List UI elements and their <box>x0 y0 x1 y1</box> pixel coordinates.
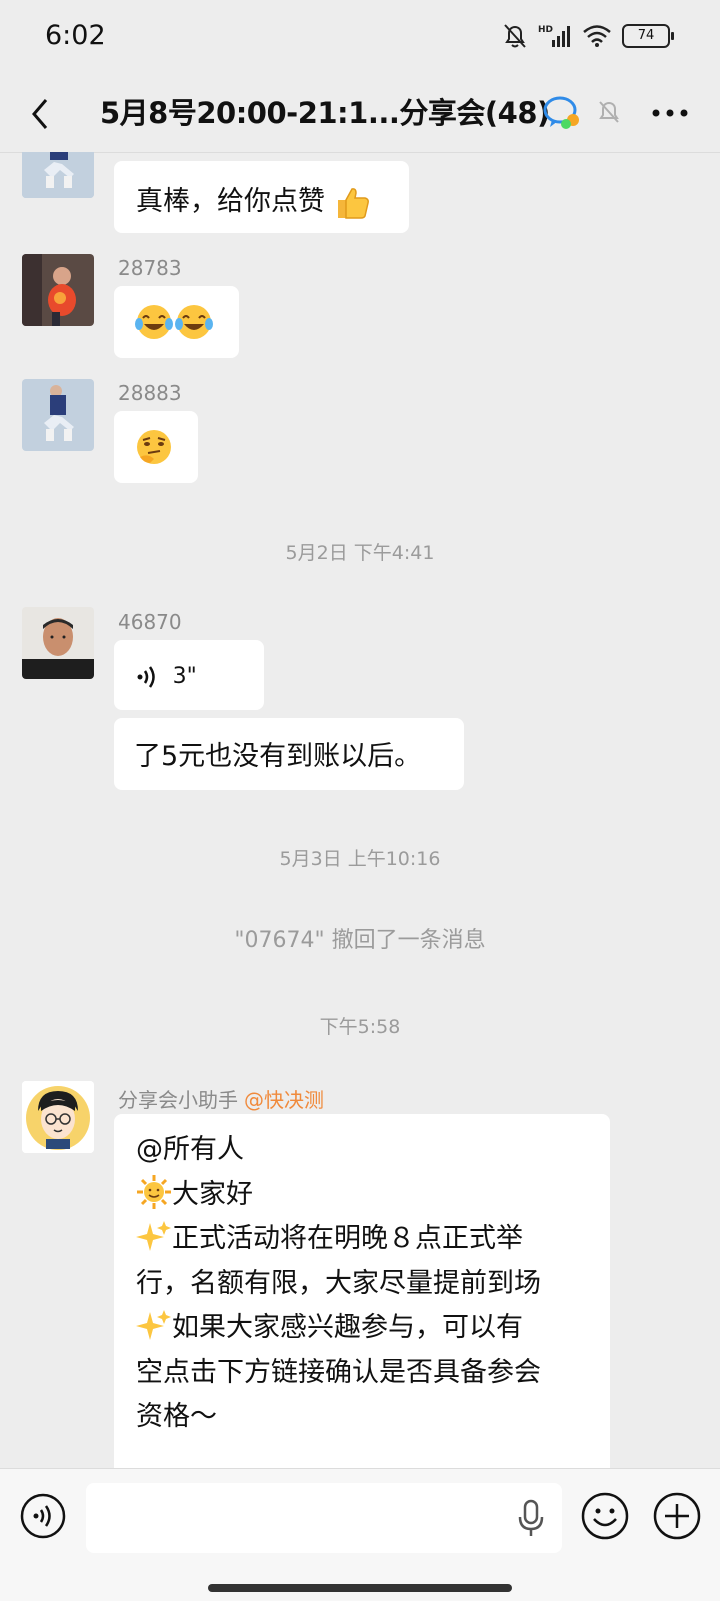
message-bubble[interactable] <box>114 411 198 483</box>
input-bar <box>0 1468 720 1601</box>
avatar[interactable] <box>22 1081 94 1153</box>
sender-label: 分享会小助手 <box>118 1088 238 1112</box>
message-text: 真棒，给你点赞 <box>136 186 325 217</box>
announcement-bubble[interactable]: @所有人 大家好 正式活动将在明晚８点正式举 行，名额有限，大家尽量提前到场 如… <box>114 1114 610 1468</box>
status-icons: HD 74 <box>502 22 674 50</box>
emoji-icon[interactable] <box>580 1491 630 1541</box>
timestamp: 5月3日 上午10:16 <box>279 848 441 870</box>
message-bubble[interactable]: 了5元也没有到账以后。 <box>114 718 464 790</box>
recall-notice: "07674" 撤回了一条消息 <box>234 928 486 953</box>
announce-line: 行，名额有限，大家尽量提前到场 <box>136 1267 541 1299</box>
voice-wave-icon <box>137 665 155 688</box>
plus-icon[interactable] <box>652 1491 702 1541</box>
back-arrow-icon[interactable] <box>22 94 62 134</box>
avatar[interactable] <box>22 379 94 451</box>
avatar[interactable] <box>22 254 94 326</box>
wifi-icon <box>583 25 611 47</box>
sparkles-icon <box>136 1220 171 1251</box>
thinking-face-icon <box>137 430 171 464</box>
sender-name: 46870 <box>118 610 182 634</box>
sparkles-icon <box>136 1309 171 1340</box>
sender-name: 28783 <box>118 256 182 280</box>
message-text: 了5元也没有到账以后。 <box>134 741 422 772</box>
title-badges <box>542 94 622 130</box>
signal-icon: HD <box>538 25 570 47</box>
more-icon[interactable] <box>648 98 692 128</box>
voice-icon[interactable] <box>20 1493 66 1539</box>
svg-text:HD: HD <box>538 25 553 35</box>
home-indicator[interactable] <box>208 1584 512 1592</box>
avatar[interactable] <box>22 152 94 198</box>
chat-header: 5月8号20:00-21:1...分享会(48) <box>0 76 720 153</box>
sun-icon <box>137 1175 171 1209</box>
announce-line: 空点击下方链接确认是否具备参会 <box>136 1356 541 1388</box>
mute-bell-icon <box>504 24 526 48</box>
chat-bubble-icon <box>543 96 579 129</box>
muted-bell-icon <box>599 101 619 123</box>
timestamp: 下午5:58 <box>319 1016 401 1038</box>
thumbs-up-icon <box>337 187 369 219</box>
tears-of-joy-icon <box>175 305 213 339</box>
battery-icon: 74 <box>622 24 674 48</box>
message-input[interactable] <box>86 1483 562 1553</box>
voice-message[interactable]: 3" <box>114 640 264 710</box>
announce-line: 资格～ <box>136 1401 217 1432</box>
timestamp: 5月2日 下午4:41 <box>285 542 435 564</box>
announce-line: 大家好 <box>136 1173 588 1218</box>
avatar[interactable] <box>22 607 94 679</box>
chat-messages[interactable]: 真棒，给你点赞 28783 28883 5月2日 下午4:41 46870 3"… <box>0 152 720 1468</box>
announce-line: 如果大家感兴趣参与，可以有 <box>136 1306 588 1351</box>
sender-name: 分享会小助手 @快决测 <box>118 1084 324 1113</box>
status-time: 6:02 <box>45 20 106 51</box>
chat-title: 5月8号20:00-21:1...分享会(48) <box>100 96 550 130</box>
message-bubble[interactable] <box>114 286 239 358</box>
voice-duration: 3" <box>172 664 197 689</box>
announce-line: @所有人 <box>136 1134 244 1165</box>
tears-of-joy-icon <box>135 305 173 339</box>
announce-line: 正式活动将在明晚８点正式举 <box>136 1217 588 1262</box>
message-bubble[interactable]: 真棒，给你点赞 <box>114 161 409 233</box>
microphone-icon[interactable] <box>516 1499 546 1539</box>
sender-name: 28883 <box>118 381 182 405</box>
sender-tag[interactable]: @快决测 <box>244 1088 324 1112</box>
status-bar: 6:02 HD 74 <box>0 0 720 76</box>
